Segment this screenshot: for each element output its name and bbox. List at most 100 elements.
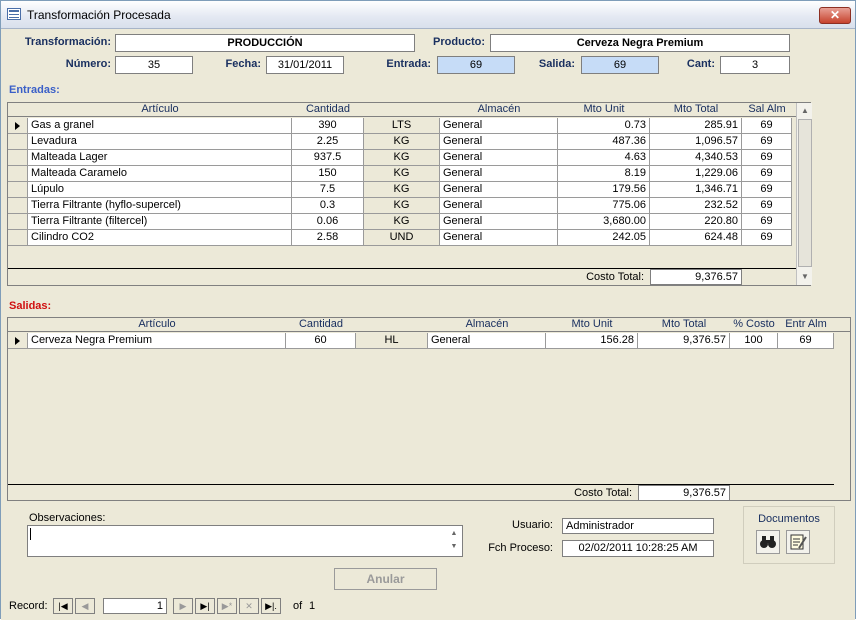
table-cell[interactable]: LTS	[364, 118, 440, 134]
table-cell[interactable]: 1,096.57	[650, 134, 742, 150]
table-cell[interactable]: 2.58	[292, 230, 364, 246]
edit-document-button[interactable]	[786, 530, 810, 554]
row-selector[interactable]	[8, 182, 28, 198]
table-cell[interactable]: General	[440, 198, 558, 214]
table-row[interactable]: Malteada Caramelo 150 KG General 8.19 1,229.0…	[8, 166, 810, 182]
table-row[interactable]: Cilindro CO2 2.58 UND General 242.05 624.48 69	[8, 230, 810, 246]
scroll-up-icon[interactable]: ▲	[797, 103, 813, 119]
table-cell[interactable]: Malteada Caramelo	[28, 166, 292, 182]
observaciones-scroll[interactable]: ▲ ▼	[447, 527, 461, 555]
table-cell[interactable]: 3,680.00	[558, 214, 650, 230]
row-selector[interactable]	[8, 134, 28, 150]
table-cell[interactable]: 69	[742, 166, 792, 182]
table-cell[interactable]: 179.56	[558, 182, 650, 198]
table-row[interactable]: Tierra Filtrante (filtercel) 0.06 KG Genera…	[8, 214, 810, 230]
table-cell[interactable]: Tierra Filtrante (filtercel)	[28, 214, 292, 230]
table-row[interactable]: Cerveza Negra Premium 60 HL General 156.28 9,…	[8, 333, 850, 349]
transformacion-field[interactable]: PRODUCCIÓN	[115, 34, 415, 52]
table-cell[interactable]: Levadura	[28, 134, 292, 150]
table-cell[interactable]: 242.05	[558, 230, 650, 246]
table-row[interactable]: Gas a granel 390 LTS General 0.73 285.91 69	[8, 118, 810, 134]
table-cell[interactable]: 69	[742, 118, 792, 134]
numero-field[interactable]: 35	[115, 56, 193, 74]
entrada-field[interactable]: 69	[437, 56, 515, 74]
entradas-scrollbar[interactable]: ▲ ▼	[796, 103, 812, 285]
table-cell[interactable]: 487.36	[558, 134, 650, 150]
table-cell[interactable]: 60	[286, 333, 356, 349]
table-cell[interactable]: General	[440, 182, 558, 198]
table-cell[interactable]: 8.19	[558, 166, 650, 182]
scroll-thumb[interactable]	[798, 119, 812, 267]
row-selector[interactable]	[8, 150, 28, 166]
table-cell[interactable]: Tierra Filtrante (hyflo-supercel)	[28, 198, 292, 214]
observaciones-textarea[interactable]: ▲ ▼	[27, 525, 463, 557]
table-cell[interactable]: 9,376.57	[638, 333, 730, 349]
table-cell[interactable]: General	[440, 150, 558, 166]
table-cell[interactable]: 220.80	[650, 214, 742, 230]
table-cell[interactable]: 0.73	[558, 118, 650, 134]
first-record-icon[interactable]: |◀	[53, 598, 73, 614]
table-cell[interactable]: Gas a granel	[28, 118, 292, 134]
table-cell[interactable]: General	[440, 134, 558, 150]
table-cell[interactable]: General	[428, 333, 546, 349]
table-cell[interactable]: 0.06	[292, 214, 364, 230]
close-button[interactable]: ✕	[819, 7, 851, 24]
table-cell[interactable]: Cerveza Negra Premium	[28, 333, 286, 349]
table-cell[interactable]: 150	[292, 166, 364, 182]
table-cell[interactable]: 69	[742, 182, 792, 198]
delete-record-icon[interactable]: ✕	[239, 598, 259, 614]
table-cell[interactable]: 4,340.53	[650, 150, 742, 166]
salida-field[interactable]: 69	[581, 56, 659, 74]
table-cell[interactable]: 156.28	[546, 333, 638, 349]
table-cell[interactable]: 390	[292, 118, 364, 134]
row-selector[interactable]	[8, 166, 28, 182]
table-cell[interactable]: KG	[364, 214, 440, 230]
table-cell[interactable]: General	[440, 118, 558, 134]
table-cell[interactable]: 69	[778, 333, 834, 349]
table-cell[interactable]: KG	[364, 182, 440, 198]
table-cell[interactable]: 624.48	[650, 230, 742, 246]
table-cell[interactable]: HL	[356, 333, 428, 349]
table-cell[interactable]: 285.91	[650, 118, 742, 134]
anular-button[interactable]: Anular	[334, 568, 437, 590]
row-selector[interactable]	[8, 118, 28, 134]
table-cell[interactable]: Cilindro CO2	[28, 230, 292, 246]
table-cell[interactable]: General	[440, 166, 558, 182]
table-cell[interactable]: KG	[364, 198, 440, 214]
table-row[interactable]: Lúpulo 7.5 KG General 179.56 1,346.71 69	[8, 182, 810, 198]
table-cell[interactable]: 775.06	[558, 198, 650, 214]
table-row[interactable]: Malteada Lager 937.5 KG General 4.63 4,340.53…	[8, 150, 810, 166]
table-cell[interactable]: UND	[364, 230, 440, 246]
fch-proceso-field[interactable]: 02/02/2011 10:28:25 AM	[562, 540, 714, 557]
table-cell[interactable]: 69	[742, 230, 792, 246]
table-cell[interactable]: Malteada Lager	[28, 150, 292, 166]
table-cell[interactable]: General	[440, 230, 558, 246]
table-cell[interactable]: 4.63	[558, 150, 650, 166]
record-menu-icon[interactable]: ▶|.	[261, 598, 281, 614]
table-cell[interactable]: 69	[742, 150, 792, 166]
record-number-field[interactable]: 1	[103, 598, 167, 614]
table-cell[interactable]: 2.25	[292, 134, 364, 150]
last-record-icon[interactable]: ▶|	[195, 598, 215, 614]
table-cell[interactable]: 1,229.06	[650, 166, 742, 182]
table-row[interactable]: Levadura 2.25 KG General 487.36 1,096.57 69	[8, 134, 810, 150]
new-record-icon[interactable]: ▶*	[217, 598, 237, 614]
row-selector[interactable]	[8, 214, 28, 230]
table-cell[interactable]: Lúpulo	[28, 182, 292, 198]
prev-record-icon[interactable]: ◀	[75, 598, 95, 614]
producto-field[interactable]: Cerveza Negra Premium	[490, 34, 790, 52]
table-cell[interactable]: 69	[742, 214, 792, 230]
cant-field[interactable]: 3	[720, 56, 790, 74]
table-cell[interactable]: KG	[364, 166, 440, 182]
usuario-field[interactable]: Administrador	[562, 518, 714, 534]
scroll-down-icon[interactable]: ▼	[797, 269, 813, 285]
table-cell[interactable]: 100	[730, 333, 778, 349]
row-selector[interactable]	[8, 230, 28, 246]
table-cell[interactable]: 232.52	[650, 198, 742, 214]
row-selector[interactable]	[8, 333, 28, 349]
table-cell[interactable]: 69	[742, 134, 792, 150]
row-selector[interactable]	[8, 198, 28, 214]
table-cell[interactable]: 937.5	[292, 150, 364, 166]
fecha-field[interactable]: 31/01/2011	[266, 56, 344, 74]
table-row[interactable]: Tierra Filtrante (hyflo-supercel) 0.3 KG Ge…	[8, 198, 810, 214]
